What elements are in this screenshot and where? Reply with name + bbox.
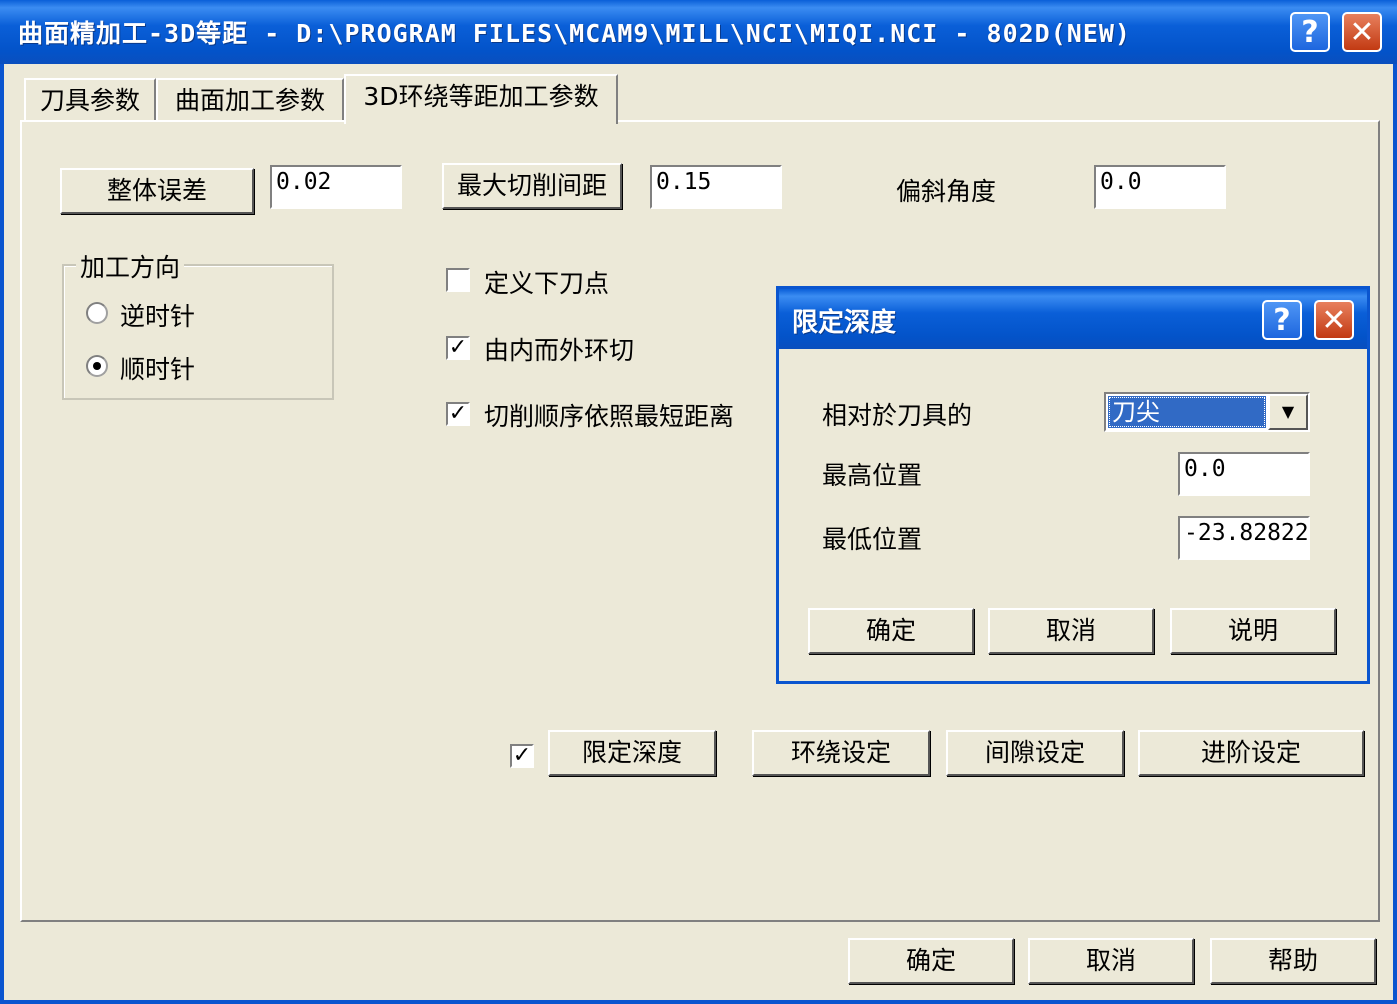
bottom-position-label: 最低位置 bbox=[822, 525, 923, 554]
direction-groupbox bbox=[62, 264, 334, 400]
wrap-settings-button[interactable]: 环绕设定 bbox=[752, 730, 930, 776]
tilt-angle-input[interactable]: 0.0 bbox=[1094, 165, 1226, 209]
dropdown-arrow-icon[interactable]: ▼ bbox=[1268, 394, 1308, 430]
overall-tolerance-input[interactable]: 0.02 bbox=[270, 165, 402, 209]
bottom-position-input[interactable]: -23.82822 bbox=[1178, 516, 1310, 560]
window-frame-right bbox=[1393, 64, 1397, 1004]
ok-button[interactable]: 确定 bbox=[848, 938, 1014, 984]
help-button[interactable]: 帮助 bbox=[1210, 938, 1376, 984]
dialog-cancel-button[interactable]: 取消 bbox=[988, 608, 1154, 654]
window-frame-bottom bbox=[0, 1000, 1397, 1004]
relative-to-tool-selected-value[interactable]: 刀尖 bbox=[1108, 396, 1266, 428]
cw-label[interactable]: 顺时针 bbox=[120, 350, 195, 386]
overall-tolerance-button[interactable]: 整体误差 bbox=[60, 168, 254, 214]
cancel-button[interactable]: 取消 bbox=[1028, 938, 1194, 984]
dialog-help-question-icon[interactable]: ? bbox=[1262, 300, 1302, 340]
window-frame-left bbox=[0, 64, 4, 1004]
cw-radio[interactable] bbox=[86, 355, 108, 377]
dialog-explain-button[interactable]: 说明 bbox=[1170, 608, 1336, 654]
ccw-radio[interactable] bbox=[86, 302, 108, 324]
tab-surface-params[interactable]: 曲面加工参数 bbox=[156, 78, 344, 120]
advanced-settings-button[interactable]: 进阶设定 bbox=[1138, 730, 1364, 776]
gap-settings-button[interactable]: 间隙设定 bbox=[946, 730, 1124, 776]
help-question-icon[interactable]: ? bbox=[1290, 12, 1330, 52]
radio-selected-dot bbox=[93, 362, 101, 370]
define-entry-point-checkbox[interactable] bbox=[446, 268, 470, 292]
tab-3d-constant-scallop-params[interactable]: 3D环绕等距加工参数 bbox=[344, 74, 618, 124]
define-entry-point-label[interactable]: 定义下刀点 bbox=[484, 264, 609, 300]
relative-to-tool-label: 相对於刀具的 bbox=[822, 401, 973, 430]
limit-depth-checkbox[interactable]: ✓ bbox=[510, 744, 534, 768]
shortest-distance-label[interactable]: 切削顺序依照最短距离 bbox=[484, 397, 734, 433]
window-title: 曲面精加工-3D等距 - D:\PROGRAM FILES\MCAM9\MILL… bbox=[18, 19, 1131, 48]
inside-out-label[interactable]: 由内而外环切 bbox=[484, 331, 634, 367]
shortest-distance-checkbox[interactable]: ✓ bbox=[446, 402, 470, 426]
tilt-angle-label: 偏斜角度 bbox=[896, 177, 997, 206]
top-position-label: 最高位置 bbox=[822, 461, 923, 490]
close-icon[interactable]: ✕ bbox=[1342, 12, 1382, 52]
limit-depth-button[interactable]: 限定深度 bbox=[548, 730, 716, 776]
ccw-label[interactable]: 逆时针 bbox=[120, 297, 195, 333]
tab-tool-params[interactable]: 刀具参数 bbox=[24, 78, 156, 120]
direction-group-label: 加工方向 bbox=[76, 248, 185, 284]
max-stepover-button[interactable]: 最大切削间距 bbox=[442, 163, 622, 209]
dialog-title: 限定深度 bbox=[792, 308, 897, 338]
top-position-input[interactable]: 0.0 bbox=[1178, 452, 1310, 496]
max-stepover-input[interactable]: 0.15 bbox=[650, 165, 782, 209]
dialog-close-icon[interactable]: ✕ bbox=[1314, 300, 1354, 340]
inside-out-checkbox[interactable]: ✓ bbox=[446, 336, 470, 360]
dialog-ok-button[interactable]: 确定 bbox=[808, 608, 974, 654]
